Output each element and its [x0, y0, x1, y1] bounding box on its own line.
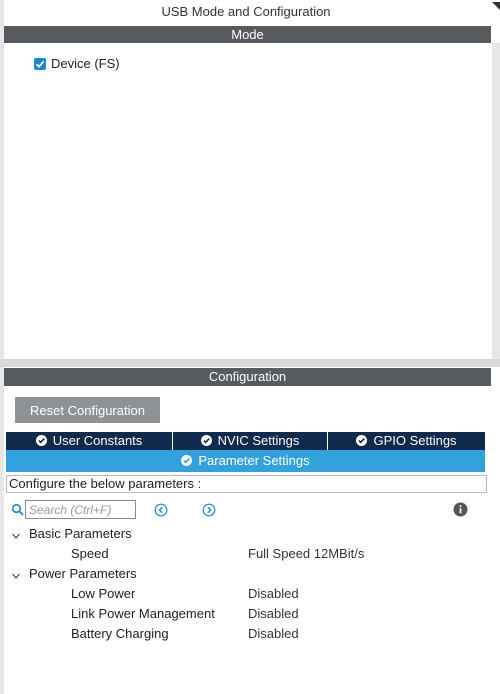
param-battery-charging-name[interactable]: Battery Charging: [71, 626, 169, 642]
window-corner-icon: [488, 0, 500, 24]
mode-section-header: Mode: [4, 26, 491, 43]
circle-check-icon: [35, 435, 47, 446]
tab-label: User Constants: [52, 433, 143, 448]
param-low-power-value[interactable]: Disabled: [248, 586, 299, 602]
tab-parameter-settings[interactable]: Parameter Settings: [6, 450, 485, 472]
tab-gpio-settings[interactable]: GPIO Settings: [328, 432, 485, 450]
circle-check-icon: [181, 455, 193, 466]
param-link-power-management-name[interactable]: Link Power Management: [71, 606, 215, 622]
search-icon[interactable]: [11, 503, 25, 517]
tab-label: NVIC Settings: [217, 433, 300, 448]
configuration-section-header: Configuration: [4, 368, 491, 386]
tab-nvic-settings[interactable]: NVIC Settings: [173, 432, 328, 450]
param-speed-name[interactable]: Speed: [71, 546, 109, 562]
group-power-parameters[interactable]: Power Parameters: [29, 566, 137, 582]
chevron-down-icon: [12, 533, 20, 539]
chevron-down-icon: [12, 573, 20, 579]
circle-check-icon: [356, 435, 368, 446]
panel-splitter[interactable]: [0, 359, 500, 367]
info-icon[interactable]: [453, 502, 468, 517]
window-title: USB Mode and Configuration: [161, 4, 331, 19]
tab-user-constants[interactable]: User Constants: [6, 432, 173, 450]
device-fs-checkbox[interactable]: [34, 58, 46, 70]
circle-check-icon: [200, 435, 212, 446]
param-low-power-name[interactable]: Low Power: [71, 586, 135, 602]
configure-instruction: Configure the below parameters :: [6, 475, 487, 493]
check-icon: [35, 60, 45, 68]
param-battery-charging-value[interactable]: Disabled: [248, 626, 299, 642]
device-fs-label[interactable]: Device (FS): [51, 56, 120, 72]
search-input[interactable]: [25, 500, 136, 519]
arrow-right-circle-icon[interactable]: [202, 503, 216, 517]
param-speed-value[interactable]: Full Speed 12MBit/s: [248, 546, 364, 562]
param-link-power-management-value[interactable]: Disabled: [248, 606, 299, 622]
mode-panel-scroll-strip: [492, 43, 500, 359]
power-parameters-toggle[interactable]: [11, 569, 21, 584]
reset-configuration-button[interactable]: Reset Configuration: [15, 397, 160, 423]
arrow-left-circle-icon[interactable]: [154, 503, 168, 517]
basic-parameters-toggle[interactable]: [11, 529, 21, 544]
tab-label: GPIO Settings: [373, 433, 457, 448]
mode-panel: [4, 43, 491, 359]
group-basic-parameters[interactable]: Basic Parameters: [29, 526, 132, 542]
tab-label: Parameter Settings: [198, 453, 310, 468]
